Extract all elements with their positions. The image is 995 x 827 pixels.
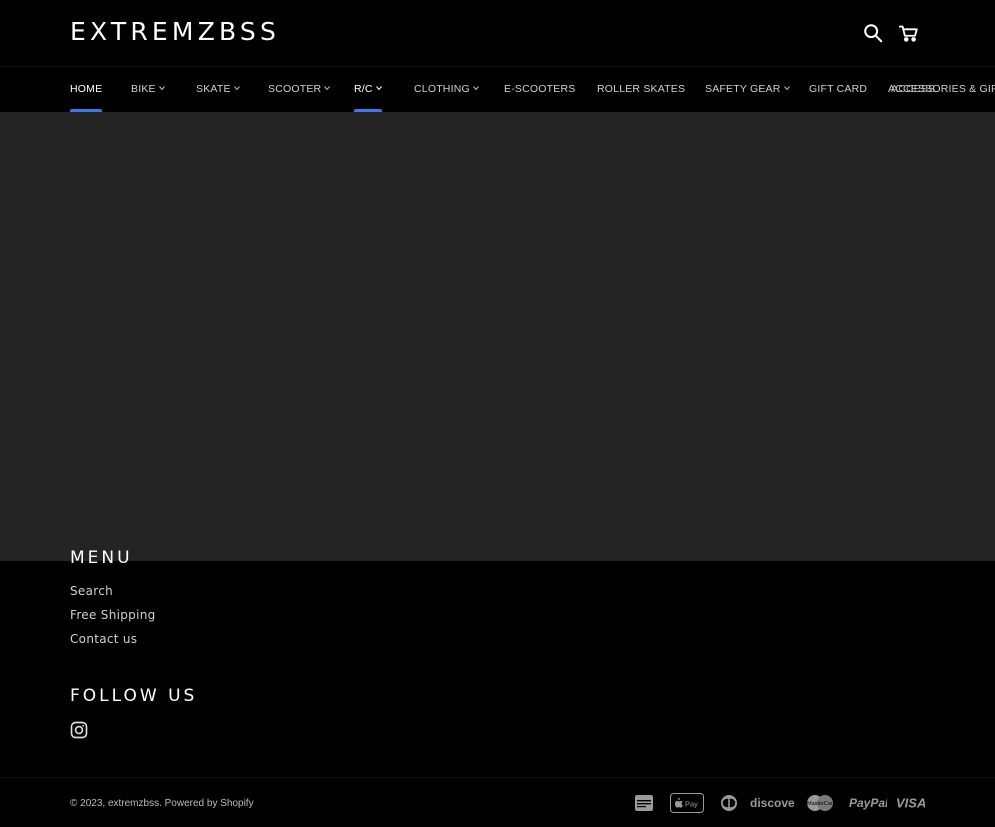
store-logo[interactable]: EXTREMZBSS bbox=[70, 17, 280, 46]
american-express-icon bbox=[634, 792, 654, 814]
discover-icon: discover bbox=[750, 792, 794, 814]
nav-item-safety-gear[interactable]: SAFETY GEAR bbox=[705, 67, 790, 112]
svg-text:discover: discover bbox=[750, 796, 794, 810]
footer-link-free-shipping[interactable]: Free Shipping bbox=[70, 608, 156, 622]
nav-label: HOME bbox=[70, 83, 103, 95]
nav-label: ACCESS bbox=[891, 83, 936, 95]
nav-item-scooter[interactable]: SCOOTER bbox=[268, 67, 331, 112]
footer-bottom-bar: © 2023, extremzbss. Powered by Shopify P… bbox=[0, 777, 995, 827]
chevron-down-icon bbox=[783, 85, 790, 91]
chevron-down-icon bbox=[158, 85, 165, 91]
copyright-prefix: © 2023, bbox=[70, 798, 108, 809]
chevron-down-icon bbox=[233, 85, 240, 91]
nav-item-home[interactable]: HOME bbox=[70, 67, 103, 112]
nav-label: SCOOTER bbox=[268, 83, 322, 95]
footer-menu-heading: MENU bbox=[70, 548, 133, 568]
copyright-text: © 2023, extremzbss. Powered by Shopify bbox=[70, 798, 254, 809]
nav-item-skate[interactable]: SKATE bbox=[196, 67, 240, 112]
nav-item-roller-skates[interactable]: ROLLER SKATES bbox=[597, 67, 685, 112]
apple-pay-icon: Pay bbox=[670, 792, 704, 814]
diners-club-icon bbox=[719, 792, 739, 814]
site-header: EXTREMZBSS bbox=[0, 0, 995, 67]
svg-text:Pay: Pay bbox=[685, 800, 698, 809]
main-navigation: HOME BIKE SKATE SCOOTER R/C CLOTHING E-S… bbox=[0, 67, 995, 112]
visa-icon: VISA bbox=[895, 792, 925, 814]
footer-link-contact-us[interactable]: Contact us bbox=[70, 632, 137, 646]
nav-item-rc[interactable]: R/C bbox=[354, 67, 382, 112]
search-icon[interactable] bbox=[862, 22, 884, 44]
footer-follow-section: FOLLOW US bbox=[70, 686, 197, 706]
main-content-area bbox=[0, 112, 995, 561]
nav-label: SAFETY GEAR bbox=[705, 83, 781, 95]
footer-menu-section: MENU bbox=[70, 548, 133, 568]
footer-follow-heading: FOLLOW US bbox=[70, 686, 198, 706]
nav-label: R/C bbox=[354, 83, 373, 95]
nav-item-bike[interactable]: BIKE bbox=[131, 67, 165, 112]
store-link[interactable]: extremzbss bbox=[108, 798, 159, 809]
nav-item-gift-card[interactable]: GIFT CARD bbox=[809, 67, 867, 112]
svg-text:MasterCard: MasterCard bbox=[807, 801, 836, 807]
chevron-down-icon bbox=[375, 85, 382, 91]
svg-text:VISA: VISA bbox=[896, 796, 925, 811]
cart-icon[interactable] bbox=[898, 22, 920, 44]
chevron-down-icon bbox=[324, 85, 331, 91]
instagram-icon[interactable] bbox=[70, 721, 88, 739]
nav-item-access-overflow[interactable]: ACCESS bbox=[891, 67, 935, 112]
nav-item-clothing[interactable]: CLOTHING bbox=[414, 67, 479, 112]
nav-label: ROLLER SKATES bbox=[597, 83, 686, 95]
powered-by-link[interactable]: . Powered by Shopify bbox=[159, 798, 254, 809]
footer-link-search[interactable]: Search bbox=[70, 584, 113, 598]
nav-item-e-scooters[interactable]: E-SCOOTERS bbox=[504, 67, 575, 112]
nav-label: GIFT CARD bbox=[809, 83, 868, 95]
chevron-down-icon bbox=[472, 85, 479, 91]
mastercard-icon: MasterCard bbox=[804, 792, 836, 814]
nav-label: BIKE bbox=[131, 83, 156, 95]
nav-label: E-SCOOTERS bbox=[504, 83, 576, 95]
nav-label: SKATE bbox=[196, 83, 231, 95]
nav-label: CLOTHING bbox=[414, 83, 470, 95]
svg-text:PayPal: PayPal bbox=[849, 796, 887, 810]
paypal-icon: PayPal bbox=[849, 792, 887, 814]
